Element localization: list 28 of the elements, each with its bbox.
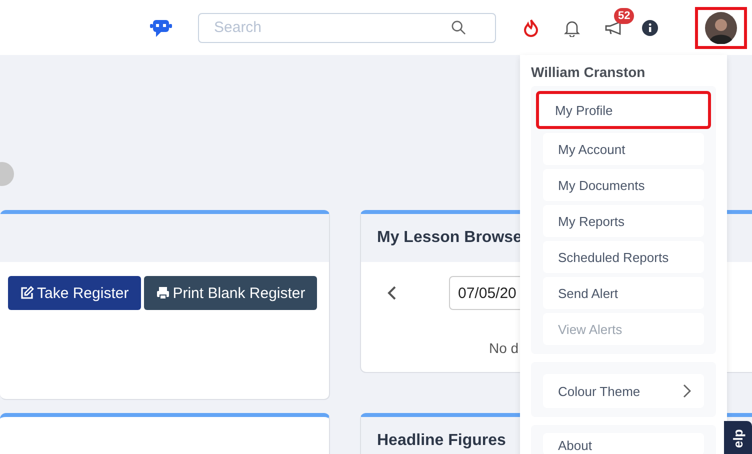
info-icon[interactable] [642, 20, 658, 36]
menu-item[interactable]: About [543, 433, 704, 454]
search-field[interactable]: Search [198, 12, 496, 42]
menu-item[interactable]: Scheduled Reports [543, 241, 704, 273]
chatbot-icon[interactable] [150, 18, 172, 38]
menu-item[interactable]: My Profile [536, 91, 711, 129]
take-register-button[interactable]: Take Register [8, 276, 141, 310]
menu-item[interactable]: My Documents [543, 169, 704, 201]
notification-badge: 52 [614, 8, 634, 24]
search-icon [451, 20, 466, 34]
menu-item[interactable]: My Reports [543, 205, 704, 237]
edit-icon [20, 286, 34, 300]
card-title: Headline Figures [377, 432, 506, 450]
chevron-left-icon[interactable] [387, 285, 397, 301]
user-name: William Cranston [531, 64, 646, 80]
bell-icon[interactable] [564, 18, 580, 36]
help-tab[interactable]: elp [724, 421, 752, 454]
print-register-button[interactable]: Print Blank Register [144, 276, 318, 310]
chevron-right-icon [683, 384, 691, 398]
flame-icon[interactable] [524, 18, 538, 36]
user-avatar[interactable] [705, 12, 737, 44]
menu-item[interactable]: My Account [543, 133, 704, 165]
menu-item[interactable]: Send Alert [543, 277, 704, 309]
printer-icon [156, 286, 170, 300]
menu-item-label: Colour Theme [558, 384, 640, 398]
card-title: My Lesson Browse [377, 229, 522, 247]
menu-item[interactable]: Colour Theme [543, 374, 704, 408]
empty-message: No d [489, 340, 520, 356]
